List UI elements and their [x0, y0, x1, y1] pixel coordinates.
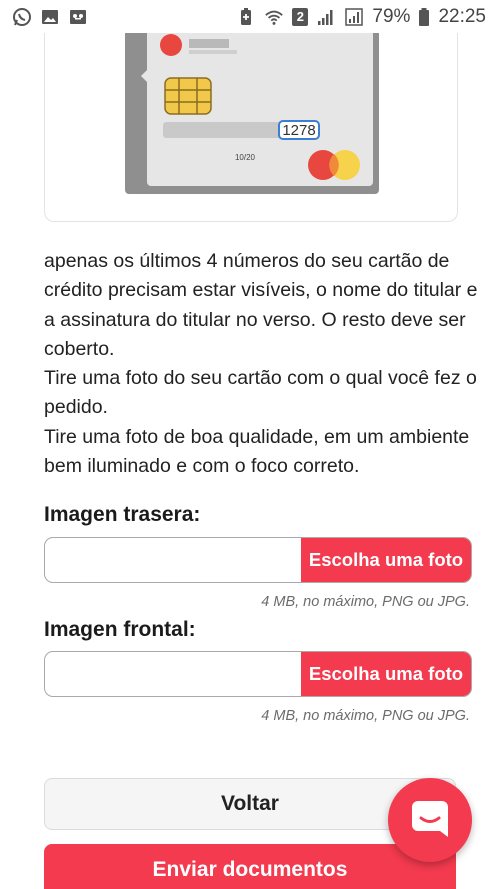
back-image-choose-button[interactable]: Escolha uma foto [301, 538, 471, 582]
chat-bubble-icon [412, 801, 448, 837]
battery-saver-icon [236, 7, 256, 27]
front-image-label: Imagen frontal: [44, 618, 196, 641]
back-image-file-input[interactable] [45, 538, 301, 582]
instruction-paragraph: apenas os últimos 4 números do seu cartã… [44, 250, 478, 360]
front-image-hint: 4 MB, no máximo, PNG ou JPG. [261, 708, 470, 724]
instruction-paragraph: Tire uma foto do seu cartão com o qual v… [44, 367, 477, 419]
status-bar: 2 79% 22:25 [0, 0, 500, 33]
mastercard-logo-icon [308, 150, 360, 180]
signal-icon [316, 7, 336, 27]
back-image-upload[interactable]: Escolha uma foto [44, 537, 472, 583]
gallery-icon [40, 7, 60, 27]
instructions-text: apenas os últimos 4 números do seu cartã… [44, 247, 480, 481]
front-image-choose-button[interactable]: Escolha uma foto [301, 652, 471, 696]
signal-icon [344, 7, 364, 27]
back-image-hint: 4 MB, no máximo, PNG ou JPG. [261, 594, 470, 610]
battery-icon [418, 7, 430, 27]
front-image-upload[interactable]: Escolha uma foto [44, 651, 472, 697]
sim-icon: 2 [292, 7, 309, 26]
chip-icon [164, 77, 212, 115]
card-illustration-box: 1278 10/20 [44, 33, 458, 222]
voicemail-icon [68, 7, 88, 27]
instruction-paragraph: Tire uma foto de boa qualidade, em um am… [44, 425, 470, 478]
card-expiry: 10/20 [235, 153, 256, 162]
wifi-icon [264, 7, 284, 27]
submit-documents-button[interactable]: Enviar documentos [44, 844, 456, 889]
whatsapp-icon [12, 7, 32, 27]
credit-card-illustration: 1278 10/20 [125, 33, 379, 194]
highlighted-digits: 1278 [282, 122, 315, 139]
clock: 22:25 [438, 5, 486, 27]
back-image-label: Imagen trasera: [44, 503, 201, 526]
chat-widget-button[interactable] [388, 778, 472, 862]
battery-percent: 79% [372, 5, 411, 27]
front-image-file-input[interactable] [45, 652, 301, 696]
